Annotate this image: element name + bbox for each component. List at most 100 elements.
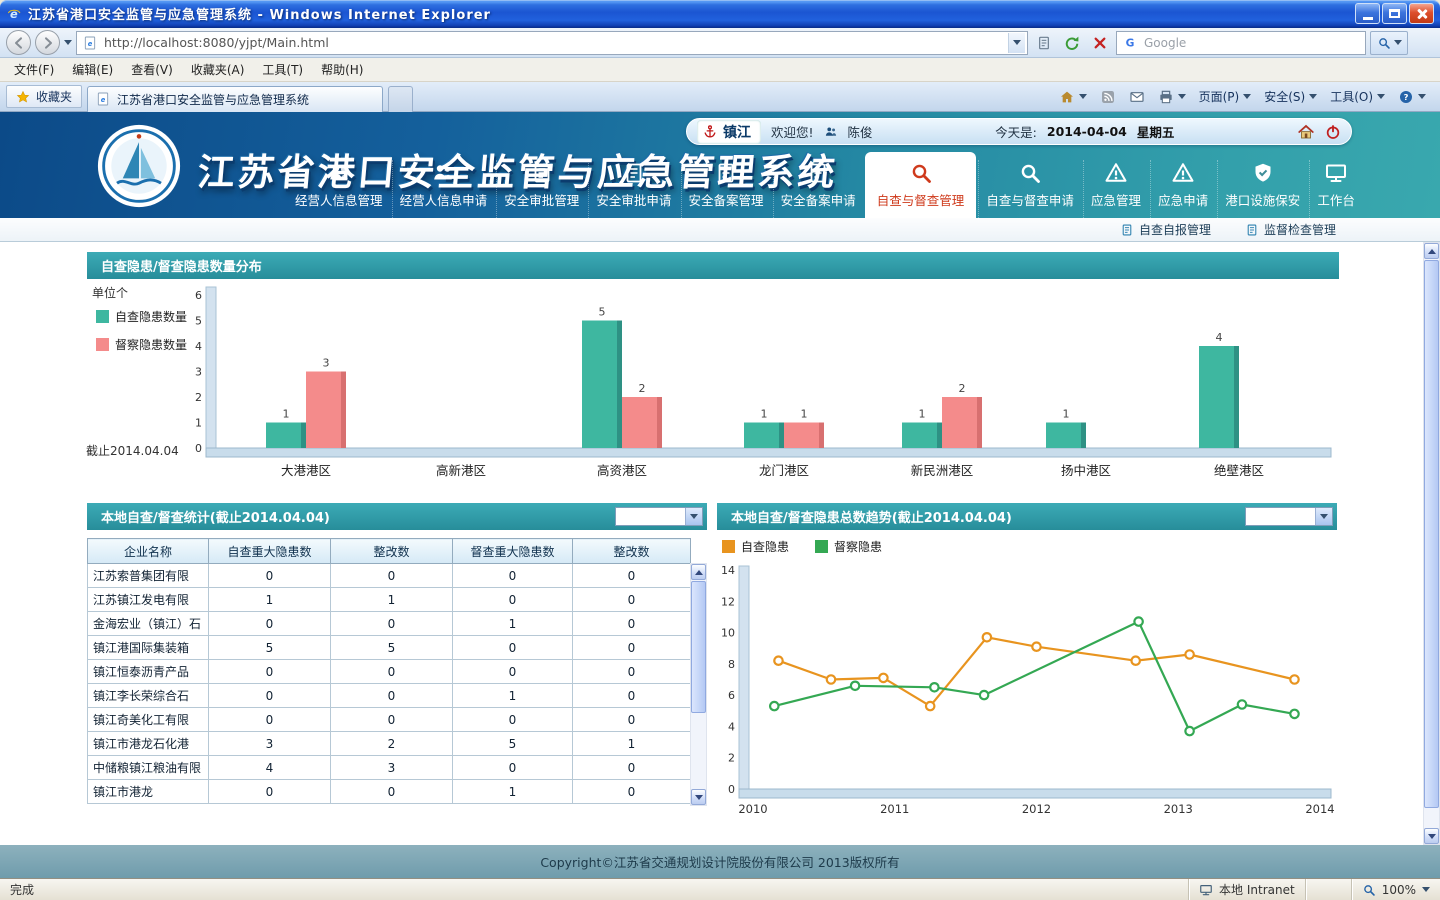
table-row-5[interactable]: 镇江李长荣综合石0010 xyxy=(88,684,691,708)
svg-text:扬中港区: 扬中港区 xyxy=(1061,463,1111,478)
nav-item-10[interactable]: 港口设施保安 xyxy=(1217,160,1307,218)
nav-item-6[interactable]: 自查与督查管理 xyxy=(865,152,977,218)
tab-title: 江苏省港口安全监管与应急管理系统 xyxy=(117,91,309,108)
table-row-8[interactable]: 中储粮镇江粮油有限4300 xyxy=(88,756,691,780)
svg-text:12: 12 xyxy=(721,595,735,608)
table-scroll-thumb[interactable] xyxy=(691,581,706,713)
nav-item-4[interactable]: 安全备案管理 xyxy=(681,160,771,218)
table-row-2[interactable]: 金海宏业（镇江）石0010 xyxy=(88,612,691,636)
help-button[interactable]: ? xyxy=(1398,89,1426,105)
stop-button[interactable] xyxy=(1088,31,1112,55)
zoom-control[interactable]: 100% xyxy=(1351,879,1440,900)
table-scroll-up-button[interactable] xyxy=(691,564,706,580)
menu-item-3[interactable]: 收藏夹(A) xyxy=(182,58,254,81)
subnav-item-1[interactable]: 监督检查管理 xyxy=(1245,221,1336,238)
main-nav: 经营人信息管理经营人信息申请安全审批管理安全审批申请安全备案管理安全备案申请自查… xyxy=(288,152,1362,218)
nav-item-11[interactable]: 工作台 xyxy=(1309,160,1362,218)
home-button[interactable] xyxy=(1059,89,1087,105)
print-button[interactable] xyxy=(1158,89,1186,105)
page-scrollbar[interactable] xyxy=(1423,242,1440,845)
bar-chart-title: 自查隐患/督查隐患数量分布 xyxy=(101,256,262,275)
column-header-4: 整改数 xyxy=(573,539,691,564)
window-titlebar: e 江苏省港口安全监管与应急管理系统 - Windows Internet Ex… xyxy=(0,0,1440,28)
search-input[interactable]: G Google xyxy=(1116,31,1366,55)
magnifier-icon xyxy=(909,161,933,185)
maximize-button[interactable] xyxy=(1382,3,1407,24)
toolbar-button-2[interactable]: 工具(O) xyxy=(1330,88,1385,105)
status-text: 完成 xyxy=(0,881,1188,898)
nav-item-9[interactable]: 应急申请 xyxy=(1150,160,1215,218)
legend-entry-1: 督察隐患 xyxy=(815,538,882,555)
minimize-button[interactable] xyxy=(1355,3,1380,24)
home-shortcut-icon[interactable] xyxy=(1297,123,1315,141)
address-dropdown-button[interactable] xyxy=(1008,33,1025,53)
legend-entry-1: 督察隐患数量 xyxy=(96,336,187,353)
table-row-0[interactable]: 江苏索普集团有限0000 xyxy=(88,564,691,588)
table-row-4[interactable]: 镇江恒泰沥青产品0000 xyxy=(88,660,691,684)
value-cell: 0 xyxy=(209,684,331,708)
nav-item-label: 安全审批申请 xyxy=(596,190,671,209)
subnav-item-0[interactable]: 自查自报管理 xyxy=(1120,221,1211,238)
person-icon xyxy=(327,161,351,185)
column-header-2: 整改数 xyxy=(331,539,453,564)
menu-item-0[interactable]: 文件(F) xyxy=(5,58,63,81)
logout-icon[interactable] xyxy=(1325,124,1341,140)
table-row-1[interactable]: 江苏镇江发电有限1100 xyxy=(88,588,691,612)
nav-item-label: 安全审批管理 xyxy=(504,190,579,209)
search-button[interactable] xyxy=(1370,31,1408,55)
menu-item-4[interactable]: 工具(T) xyxy=(253,58,312,81)
page-scroll-down-button[interactable] xyxy=(1424,828,1439,844)
nav-item-2[interactable]: 安全审批管理 xyxy=(496,160,586,218)
table-row-9[interactable]: 镇江市港龙0010 xyxy=(88,780,691,804)
legend-label: 自查隐患 xyxy=(741,538,789,555)
close-button[interactable] xyxy=(1409,3,1434,24)
table-scrollbar[interactable] xyxy=(690,563,707,806)
menu-item-5[interactable]: 帮助(H) xyxy=(312,58,372,81)
stats-filter-caret[interactable] xyxy=(685,508,702,525)
page-scroll-thumb[interactable] xyxy=(1424,260,1439,808)
refresh-button[interactable] xyxy=(1060,31,1084,55)
toolbar-right: 页面(P) 安全(S) 工具(O) ? xyxy=(1059,88,1434,105)
trend-filter-caret[interactable] xyxy=(1315,508,1332,525)
search-magnifier-icon xyxy=(1377,36,1391,50)
address-input[interactable]: e http://localhost:8080/yjpt/Main.html xyxy=(76,31,1028,55)
compatibility-view-button[interactable] xyxy=(1032,31,1056,55)
column-header-1: 自查重大隐患数 xyxy=(209,539,331,564)
read-mail-button[interactable] xyxy=(1129,89,1145,105)
computer-icon xyxy=(1199,883,1213,897)
nav-item-7[interactable]: 自查与督查申请 xyxy=(978,160,1081,218)
toolbar-button-0[interactable]: 页面(P) xyxy=(1199,88,1252,105)
table-header-row: 企业名称自查重大隐患数整改数督查重大隐患数整改数 xyxy=(88,539,691,564)
new-tab-button[interactable] xyxy=(388,86,413,112)
nav-item-5[interactable]: 安全备案申请 xyxy=(773,160,863,218)
feeds-button[interactable] xyxy=(1100,89,1116,105)
trend-panel-title: 本地自查/督查隐患总数趋势(截止2014.04.04) xyxy=(731,507,1012,526)
page-scroll-up-button[interactable] xyxy=(1424,243,1439,259)
nav-item-8[interactable]: 应急管理 xyxy=(1083,160,1148,218)
toolbar-button-1[interactable]: 安全(S) xyxy=(1264,88,1317,105)
nav-item-1[interactable]: 经营人信息申请 xyxy=(392,160,495,218)
menu-item-1[interactable]: 编辑(E) xyxy=(63,58,122,81)
history-caret[interactable] xyxy=(64,40,72,45)
dropdown-caret-icon xyxy=(1013,40,1021,45)
nav-item-0[interactable]: 经营人信息管理 xyxy=(288,160,390,218)
back-button[interactable] xyxy=(6,30,31,55)
dropdown-caret-icon xyxy=(1377,94,1385,99)
value-cell: 0 xyxy=(209,780,331,804)
stats-filter-dropdown[interactable] xyxy=(615,507,703,526)
table-row-7[interactable]: 镇江市港龙石化港3251 xyxy=(88,732,691,756)
table-row-3[interactable]: 镇江港国际集装箱5500 xyxy=(88,636,691,660)
value-cell: 0 xyxy=(573,660,691,684)
svg-text:4: 4 xyxy=(728,720,735,733)
trend-filter-dropdown[interactable] xyxy=(1245,507,1333,526)
table-row-6[interactable]: 镇江奇美化工有限0000 xyxy=(88,708,691,732)
menu-item-2[interactable]: 查看(V) xyxy=(122,58,182,81)
svg-text:10: 10 xyxy=(721,627,735,640)
table-scroll-down-button[interactable] xyxy=(691,789,706,805)
browser-tab[interactable]: e 江苏省港口安全监管与应急管理系统 xyxy=(87,86,383,112)
value-cell: 0 xyxy=(209,708,331,732)
forward-button[interactable] xyxy=(35,30,60,55)
value-cell: 2 xyxy=(331,732,453,756)
favorites-button[interactable]: 收藏夹 xyxy=(6,85,82,108)
nav-item-3[interactable]: 安全审批申请 xyxy=(588,160,678,218)
